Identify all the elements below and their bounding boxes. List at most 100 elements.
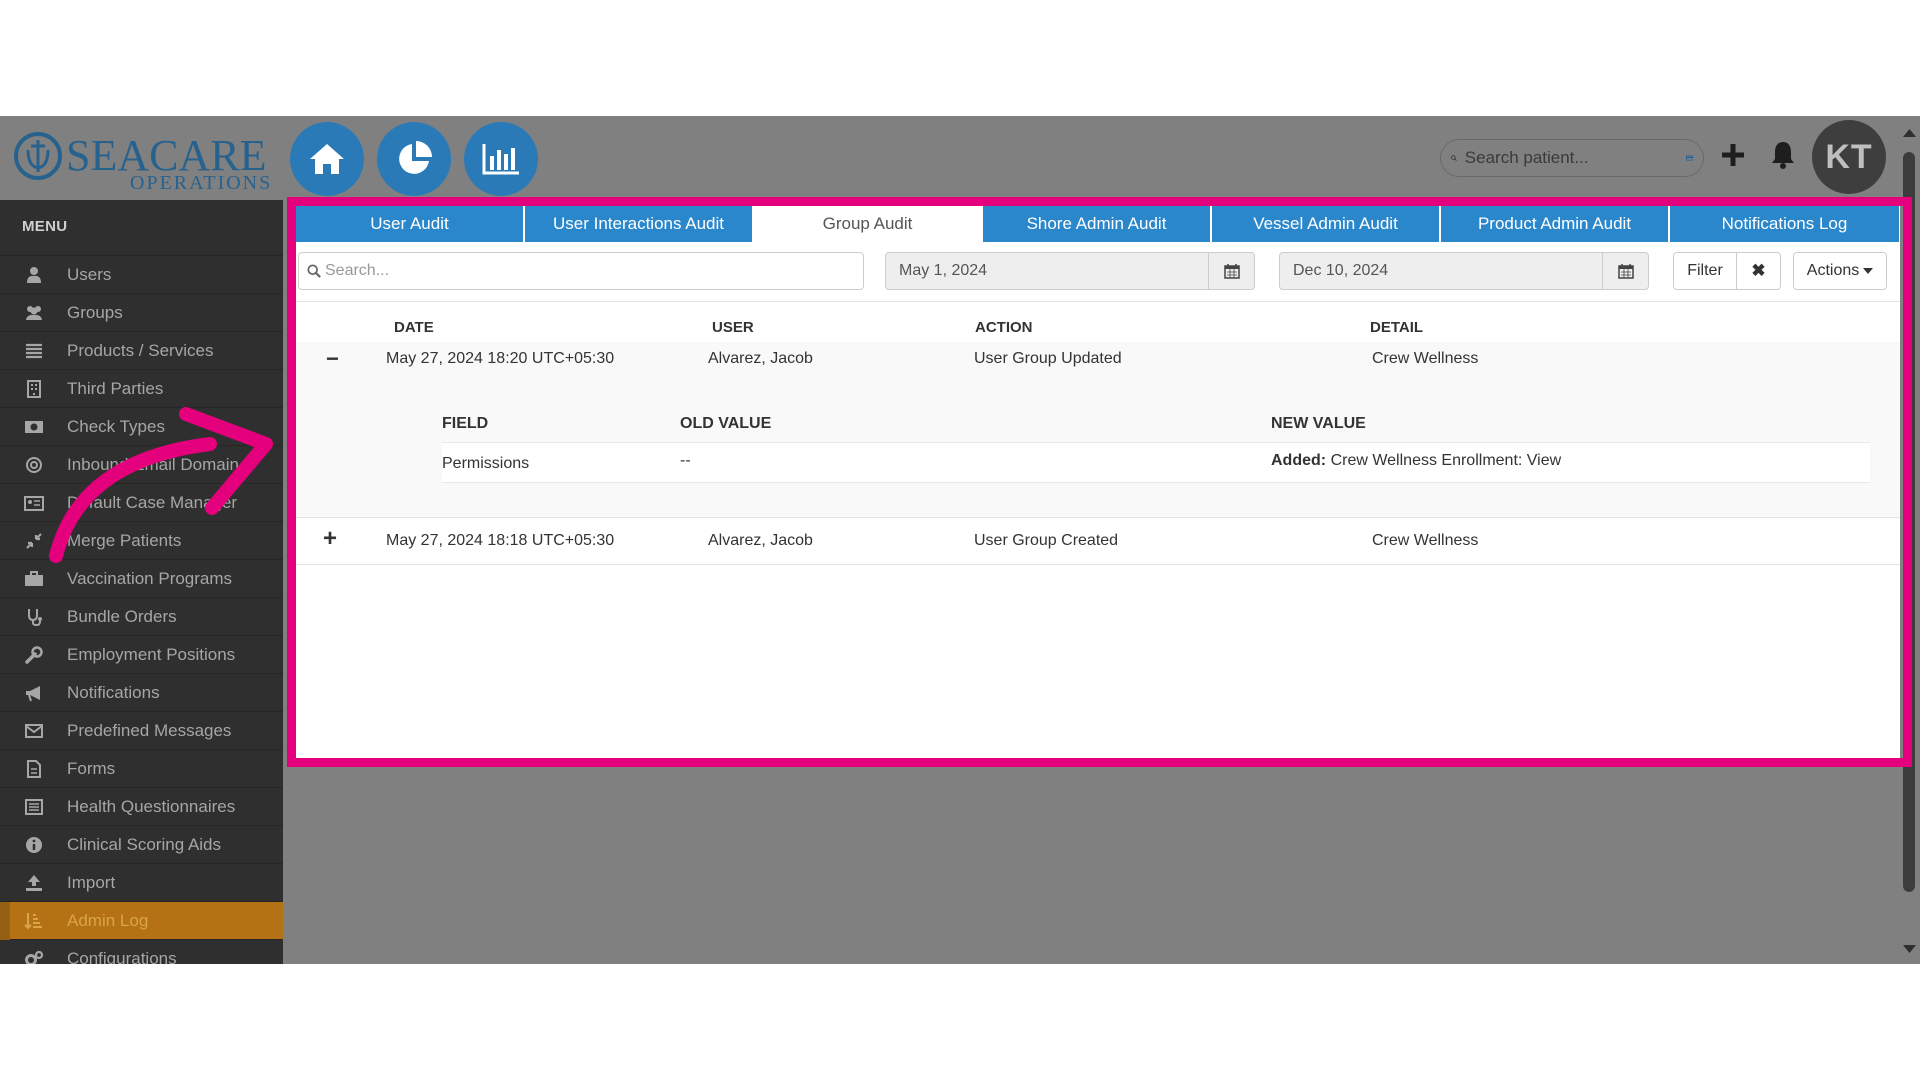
dashboard-button[interactable] [377,122,451,196]
row-user: Alvarez, Jacob [708,350,813,367]
date-to-value[interactable]: Dec 10, 2024 [1280,253,1602,289]
table-row[interactable]: + May 27, 2024 18:18 UTC+05:30 Alvarez, … [296,519,1900,565]
actions-dropdown[interactable]: Actions [1793,252,1887,290]
sidebar-item-label: Forms [67,758,116,778]
audit-table: DATE USER ACTION DETAIL − May 27, 2024 1… [296,301,1900,761]
sidebar-item-forms[interactable]: Forms [0,750,283,788]
tab-group-audit[interactable]: Group Audit [754,205,983,242]
list-icon [24,341,44,361]
column-header-date[interactable]: DATE [394,319,434,336]
sidebar-item-admin-log[interactable]: Admin Log [0,902,283,940]
collapse-row-button[interactable]: − [326,346,339,372]
compress-icon [24,531,44,551]
search-icon [1451,155,1457,161]
search-icon [307,264,321,278]
change-new-value-prefix: Added: [1271,452,1327,469]
menu-title: MENU [0,200,283,256]
user-avatar[interactable]: KT [1812,120,1886,194]
bell-icon [1772,142,1794,169]
date-from-calendar-button[interactable] [1208,253,1254,289]
sidebar-item-notifications[interactable]: Notifications [0,674,283,712]
sidebar-item-clinical-scoring-aids[interactable]: Clinical Scoring Aids [0,826,283,864]
audit-search-input[interactable] [325,262,863,280]
page-scrollbar[interactable] [1899,116,1920,964]
sidebar-item-employment-positions[interactable]: Employment Positions [0,636,283,674]
sidebar-item-label: Third Parties [67,378,164,398]
id-card-icon [24,493,44,513]
users-icon [24,303,44,323]
sidebar-item-import[interactable]: Import [0,864,283,902]
sidebar-item-groups[interactable]: Groups [0,294,283,332]
sidebar-item-configurations[interactable]: Configurations [0,940,283,964]
tab-vessel-admin-audit[interactable]: Vessel Admin Audit [1212,205,1441,242]
sidebar-item-label: Products / Services [67,340,214,360]
change-new-value: Added: Crew Wellness Enrollment: View [1271,452,1561,470]
file-icon [24,759,44,779]
change-details-table: FIELD OLD VALUE NEW VALUE Permissions --… [442,399,1870,483]
scroll-up-icon[interactable] [1899,126,1920,140]
sidebar-item-label: Groups [67,302,123,322]
table-row[interactable]: − May 27, 2024 18:20 UTC+05:30 Alvarez, … [296,342,1900,518]
reports-button[interactable] [464,122,538,196]
app-window: SEACARE OPERATIONS Search patient... KT … [0,116,1920,964]
sidebar-item-health-questionnaires[interactable]: Health Questionnaires [0,788,283,826]
wrench-icon [24,645,44,665]
filter-button[interactable]: Filter [1673,252,1737,290]
audit-panel: User Audit User Interactions Audit Group A… [296,201,1900,761]
date-from-field[interactable]: May 1, 2024 [885,252,1255,290]
row-detail: Crew Wellness [1372,532,1479,549]
column-header-action[interactable]: ACTION [975,319,1033,336]
patient-search-input[interactable] [1464,148,1686,168]
seacare-logo[interactable]: SEACARE OPERATIONS [14,126,276,194]
sidebar-item-vaccination-programs[interactable]: Vaccination Programs [0,560,283,598]
sidebar-item-label: Default Case Manager [67,492,238,512]
sidebar-item-default-case-manager[interactable]: Default Case Manager [0,484,283,522]
sidebar-item-inbound-email-domain[interactable]: Inbound Email Domain [0,446,283,484]
tab-user-audit[interactable]: User Audit [296,205,525,242]
sidebar-item-predefined-messages[interactable]: Predefined Messages [0,712,283,750]
notifications-button[interactable] [1770,140,1796,175]
card-icon[interactable] [1685,150,1693,166]
sidebar-item-label: Check Types [67,416,165,436]
tab-notifications-log[interactable]: Notifications Log [1670,205,1899,242]
tab-shore-admin-audit[interactable]: Shore Admin Audit [983,205,1212,242]
calendar-icon [1617,264,1634,279]
sidebar-item-third-parties[interactable]: Third Parties [0,370,283,408]
expand-row-button[interactable]: + [323,527,337,551]
sort-amount-icon [24,911,44,931]
tab-user-interactions-audit[interactable]: User Interactions Audit [525,205,754,242]
sidebar-item-products-services[interactable]: Products / Services [0,332,283,370]
sidebar-item-check-types[interactable]: Check Types [0,408,283,446]
sidebar-item-label: Predefined Messages [67,720,232,740]
sidebar-item-label: Import [67,872,116,892]
bullhorn-icon [24,683,44,703]
sidebar-item-merge-patients[interactable]: Merge Patients [0,522,283,560]
plus-icon [1722,144,1744,166]
date-from-value[interactable]: May 1, 2024 [886,253,1208,289]
money-icon [24,417,44,437]
scrollbar-thumb[interactable] [1903,152,1915,892]
sidebar-item-label: Configurations [67,948,177,965]
sidebar-item-label: Vaccination Programs [67,568,233,588]
column-header-detail[interactable]: DETAIL [1370,319,1423,336]
audit-search[interactable] [298,252,864,290]
cogs-icon [24,949,44,964]
change-old-value: -- [680,452,691,469]
add-button[interactable] [1720,142,1746,173]
column-header-user[interactable]: USER [712,319,754,336]
tab-product-admin-audit[interactable]: Product Admin Audit [1441,205,1670,242]
scroll-down-icon[interactable] [1899,942,1920,956]
calendar-icon [1223,264,1240,279]
sidebar-item-bundle-orders[interactable]: Bundle Orders [0,598,283,636]
row-action: User Group Updated [974,350,1122,367]
sidebar-item-label: Merge Patients [67,530,182,550]
sidebar: MENU Users Groups Products / Services Third… [0,200,283,964]
clear-filter-button[interactable]: ✖ [1736,252,1781,290]
row-detail: Crew Wellness [1372,350,1479,367]
home-button[interactable] [290,122,364,196]
patient-search[interactable] [1440,139,1704,177]
date-to-calendar-button[interactable] [1602,253,1648,289]
sidebar-item-label: Notifications [67,682,160,702]
date-to-field[interactable]: Dec 10, 2024 [1279,252,1649,290]
sidebar-item-users[interactable]: Users [0,256,283,294]
